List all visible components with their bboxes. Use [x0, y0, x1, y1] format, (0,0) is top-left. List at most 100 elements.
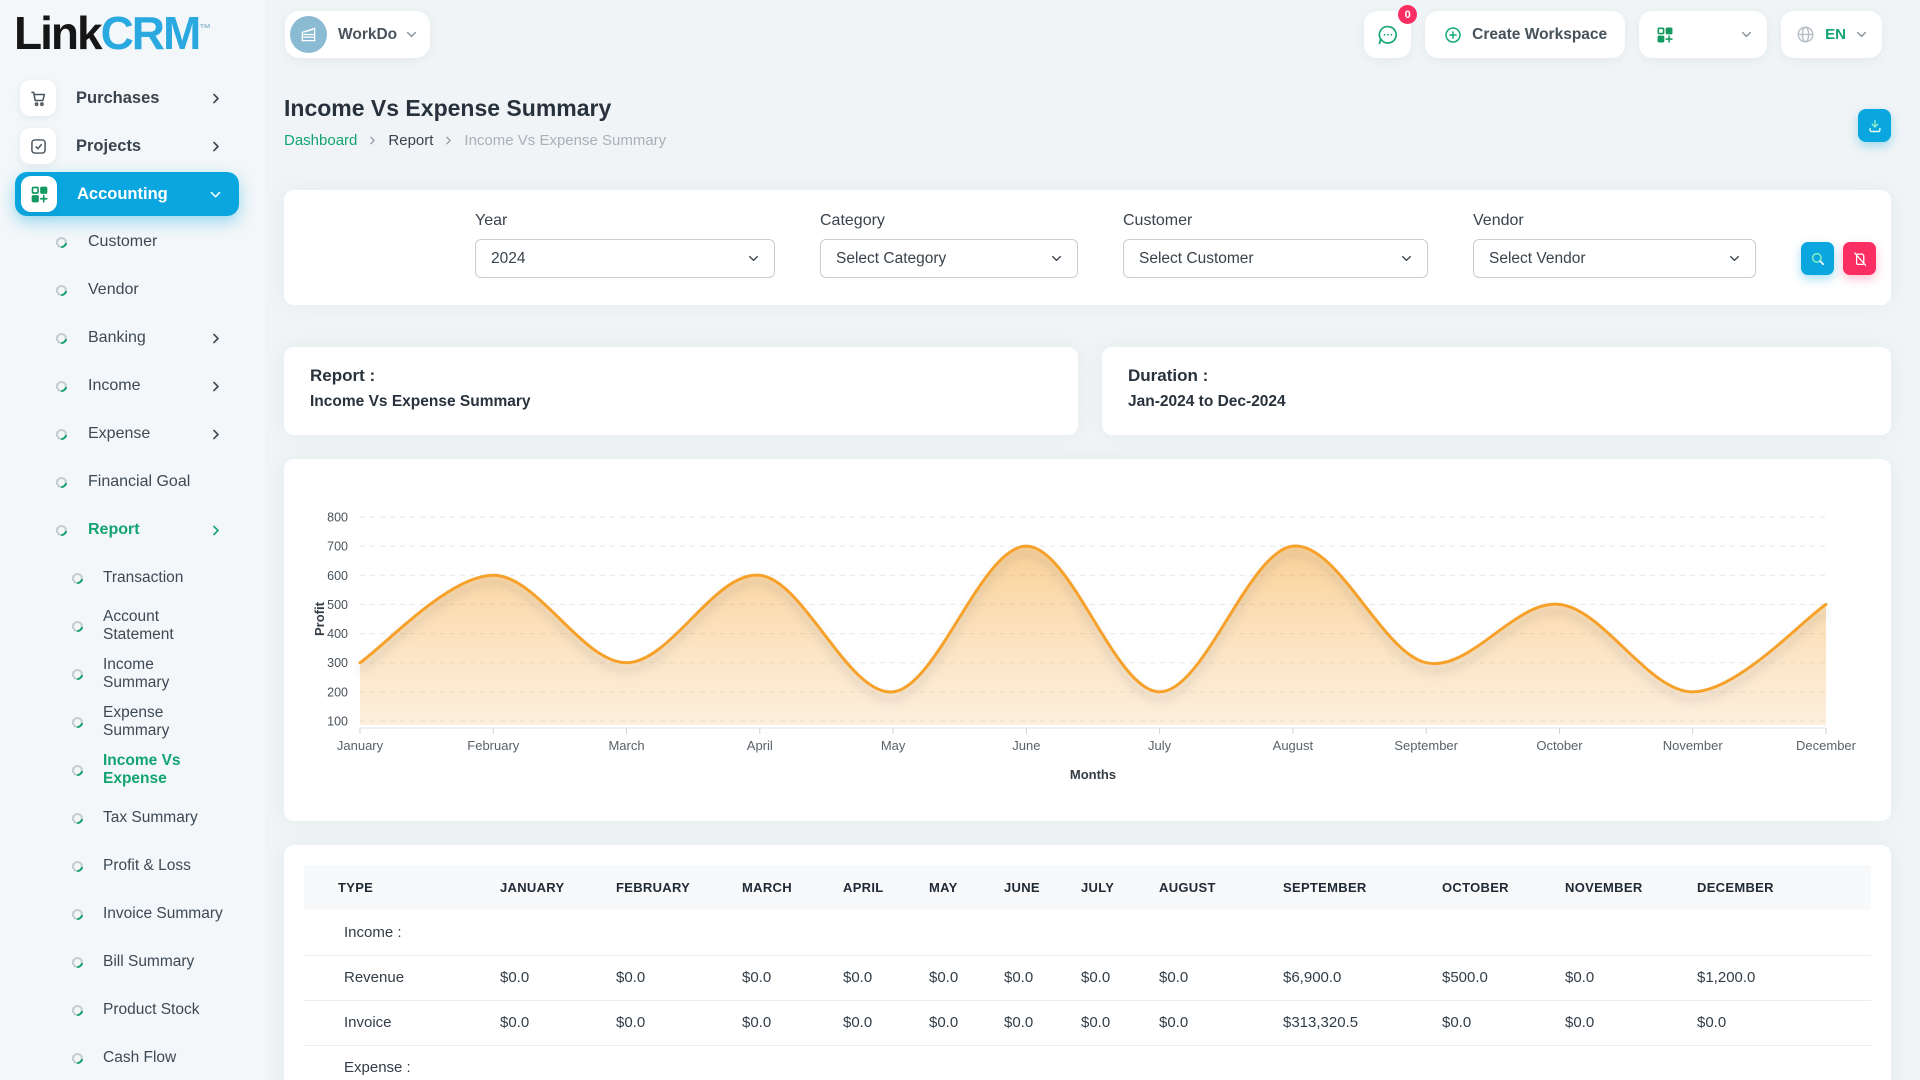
sidebar-item-transaction[interactable]: Transaction — [0, 554, 265, 602]
sidebar-item-product-stock[interactable]: Product Stock — [0, 986, 265, 1034]
apply-filter-button[interactable] — [1801, 242, 1834, 275]
y-tick-label: 300 — [327, 656, 348, 670]
sidebar-item-label: Vendor — [88, 281, 139, 299]
table-row[interactable]: Invoice$0.0$0.0$0.0$0.0$0.0$0.0$0.0$0.0$… — [304, 1000, 1871, 1045]
sidebar-item-label: Product Stock — [103, 1001, 200, 1019]
sidebar-item-label: Expense — [88, 425, 150, 443]
app-logo[interactable]: LinkCRM™ — [14, 6, 211, 61]
sidebar-item-cash-flow[interactable]: Cash Flow — [0, 1034, 265, 1080]
x-tick-label: January — [337, 738, 384, 753]
ring-bullet-icon — [70, 1050, 85, 1065]
column-header: MAY — [929, 865, 1004, 910]
customer-select[interactable]: Select Customer — [1123, 239, 1428, 278]
cell-value: $0.0 — [1697, 1000, 1871, 1045]
sidebar-item-label: Invoice Summary — [103, 905, 223, 923]
ring-bullet-icon — [54, 330, 69, 345]
ring-bullet-icon — [54, 426, 69, 441]
category-label: Category — [820, 212, 1078, 230]
row-type: Invoice — [304, 1000, 500, 1045]
y-tick-label: 800 — [327, 511, 348, 525]
sidebar-nav: PurchasesProjects Accounting Customer Vendo… — [0, 74, 265, 1080]
income-expense-table: TYPEJANUARYFEBRUARYMARCHAPRILMAYJUNEJULY… — [304, 865, 1871, 1080]
ring-bullet-icon — [70, 666, 85, 681]
section-label: Income : — [304, 910, 1871, 955]
sidebar-item-banking[interactable]: Banking — [0, 314, 265, 362]
vendor-selected-value: Select Vendor — [1489, 250, 1586, 268]
sidebar-item-label: Accounting — [77, 185, 168, 204]
sidebar-item-financial-goal[interactable]: Financial Goal — [0, 458, 265, 506]
breadcrumb-dashboard[interactable]: Dashboard — [284, 132, 357, 149]
filter-panel: Year2024CategorySelect CategoryCustomerS… — [284, 190, 1891, 305]
sidebar-item-customer[interactable]: Customer — [0, 218, 265, 266]
cell-value: $0.0 — [1442, 1000, 1565, 1045]
duration-card-label: Duration : — [1128, 366, 1865, 386]
sidebar-item-income[interactable]: Income — [0, 362, 265, 410]
main-content: Income Vs Expense Summary Dashboard Repo… — [284, 0, 1891, 1080]
sidebar-item-label: Income Summary — [103, 656, 223, 692]
category-select[interactable]: Select Category — [820, 239, 1078, 278]
profit-chart-card: 800700600500400300200100JanuaryFebruaryM… — [284, 459, 1891, 821]
x-tick-label: October — [1536, 738, 1583, 753]
profit-area-chart[interactable]: 800700600500400300200100JanuaryFebruaryM… — [284, 459, 1891, 821]
column-header: JULY — [1081, 865, 1159, 910]
section-label: Expense : — [304, 1045, 1871, 1080]
y-tick-label: 600 — [327, 569, 348, 583]
report-card: Report : Income Vs Expense Summary — [284, 347, 1078, 435]
sidebar-item-label: Expense Summary — [103, 704, 223, 740]
check-square-icon — [20, 128, 56, 164]
sidebar-item-account-statement[interactable]: Account Statement — [0, 602, 265, 650]
chevron-right-icon — [367, 135, 378, 146]
cell-value: $0.0 — [742, 955, 843, 1000]
sidebar-item-invoice-summary[interactable]: Invoice Summary — [0, 890, 265, 938]
logo-text-link: Link — [14, 7, 101, 59]
sidebar-item-accounting[interactable]: Accounting — [15, 172, 239, 216]
sidebar-item-report[interactable]: Report — [0, 506, 265, 554]
download-report-button[interactable] — [1858, 109, 1891, 142]
sidebar-item-vendor[interactable]: Vendor — [0, 266, 265, 314]
year-select[interactable]: 2024 — [475, 239, 775, 278]
sidebar-item-label: Customer — [88, 233, 157, 251]
chevron-down-icon — [747, 252, 760, 265]
sidebar-item-expense[interactable]: Expense — [0, 410, 265, 458]
column-header: AUGUST — [1159, 865, 1283, 910]
breadcrumb: Dashboard Report Income Vs Expense Summa… — [284, 132, 666, 149]
sidebar-item-profit-loss[interactable]: Profit & Loss — [0, 842, 265, 890]
chevron-right-icon — [208, 427, 223, 442]
app-screen: LinkCRM™ PurchasesProjects Accounting Cust… — [0, 0, 1920, 1080]
reset-filter-button[interactable] — [1843, 242, 1876, 275]
sidebar-item-purchases[interactable]: Purchases — [0, 74, 265, 122]
sidebar-item-expense-summary[interactable]: Expense Summary — [0, 698, 265, 746]
chevron-down-icon — [208, 187, 223, 202]
y-tick-label: 400 — [327, 627, 348, 641]
sidebar-item-projects[interactable]: Projects — [0, 122, 265, 170]
sidebar-item-income-summary[interactable]: Income Summary — [0, 650, 265, 698]
vendor-select[interactable]: Select Vendor — [1473, 239, 1756, 278]
row-type: Revenue — [304, 955, 500, 1000]
chevron-down-icon — [1400, 252, 1413, 265]
cell-value: $0.0 — [1565, 955, 1697, 1000]
column-header: TYPE — [304, 865, 500, 910]
summary-cards: Report : Income Vs Expense Summary Durat… — [284, 347, 1891, 435]
sidebar-item-label: Financial Goal — [88, 473, 190, 491]
x-tick-label: July — [1148, 738, 1172, 753]
column-header: APRIL — [843, 865, 929, 910]
chevron-right-icon — [208, 139, 223, 154]
chart-area-fill — [360, 546, 1826, 725]
ring-bullet-icon — [70, 570, 85, 585]
table-row[interactable]: Revenue$0.0$0.0$0.0$0.0$0.0$0.0$0.0$0.0$… — [304, 955, 1871, 1000]
cell-value: $0.0 — [1004, 1000, 1081, 1045]
year-filter: Year2024 — [475, 212, 775, 278]
cell-value: $0.0 — [1081, 955, 1159, 1000]
chevron-right-icon — [208, 523, 223, 538]
sidebar-item-income-vs-expense[interactable]: Income Vs Expense — [0, 746, 265, 794]
sidebar-item-label: Income Vs Expense — [103, 752, 223, 788]
chevron-right-icon — [208, 331, 223, 346]
sidebar-item-bill-summary[interactable]: Bill Summary — [0, 938, 265, 986]
cell-value: $313,320.5 — [1283, 1000, 1442, 1045]
cell-value: $500.0 — [1442, 955, 1565, 1000]
x-tick-label: August — [1273, 738, 1314, 753]
year-selected-value: 2024 — [491, 250, 525, 268]
sidebar-item-tax-summary[interactable]: Tax Summary — [0, 794, 265, 842]
column-header: NOVEMBER — [1565, 865, 1697, 910]
breadcrumb-report[interactable]: Report — [388, 132, 433, 149]
